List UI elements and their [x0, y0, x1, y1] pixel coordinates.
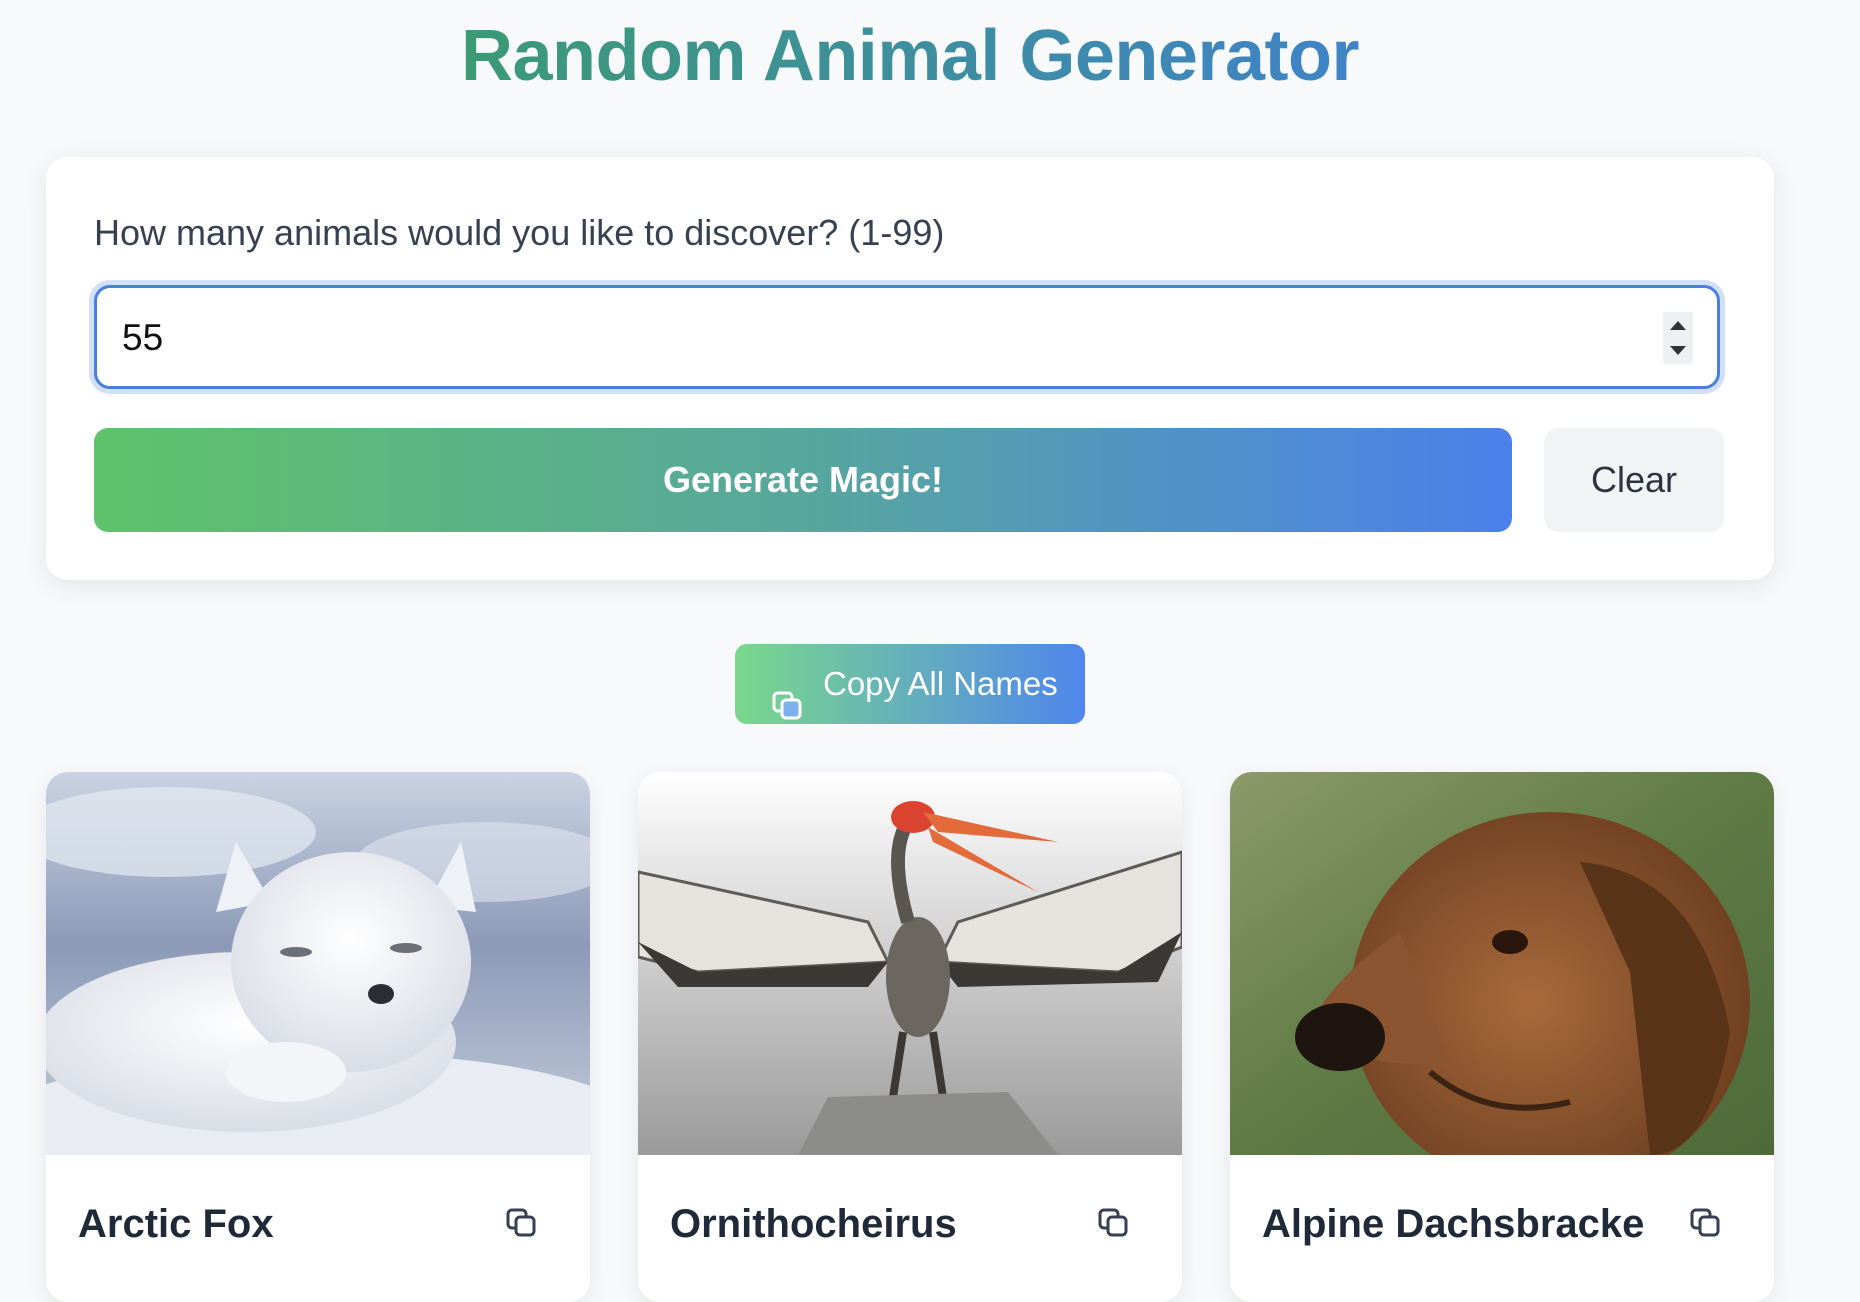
animal-image: [1230, 772, 1774, 1155]
clear-button[interactable]: Clear: [1544, 428, 1724, 532]
page-title-text: Random Animal Generator: [461, 16, 1360, 96]
animal-card: Ornithocheirus: [638, 772, 1182, 1302]
animal-name: Arctic Fox: [78, 1202, 274, 1246]
animal-name: Alpine Dachsbracke: [1262, 1202, 1645, 1246]
animal-count-input[interactable]: 55: [94, 285, 1720, 389]
animal-image: [46, 772, 590, 1155]
stepper-down-icon[interactable]: [1670, 346, 1686, 355]
copy-icon[interactable]: [1690, 1208, 1722, 1243]
copy-icon[interactable]: [506, 1208, 538, 1243]
count-stepper[interactable]: [1663, 312, 1693, 364]
copy-all-names-label: Copy All Names: [823, 665, 1058, 702]
copy-icon: [772, 670, 804, 750]
animal-count-value: 55: [122, 317, 164, 358]
page-title: Random Animal Generator: [0, 14, 1820, 98]
animal-card: Alpine Dachsbracke: [1230, 772, 1774, 1302]
animal-count-label: How many animals would you like to disco…: [94, 212, 945, 253]
generator-panel: How many animals would you like to disco…: [46, 157, 1774, 580]
generate-button[interactable]: Generate Magic!: [94, 428, 1512, 532]
animal-card: Arctic Fox: [46, 772, 590, 1302]
animal-name: Ornithocheirus: [670, 1202, 957, 1246]
copy-all-names-button[interactable]: Copy All Names: [735, 644, 1085, 724]
animal-image: [638, 772, 1182, 1155]
stepper-up-icon[interactable]: [1670, 321, 1686, 330]
copy-icon[interactable]: [1098, 1208, 1130, 1243]
